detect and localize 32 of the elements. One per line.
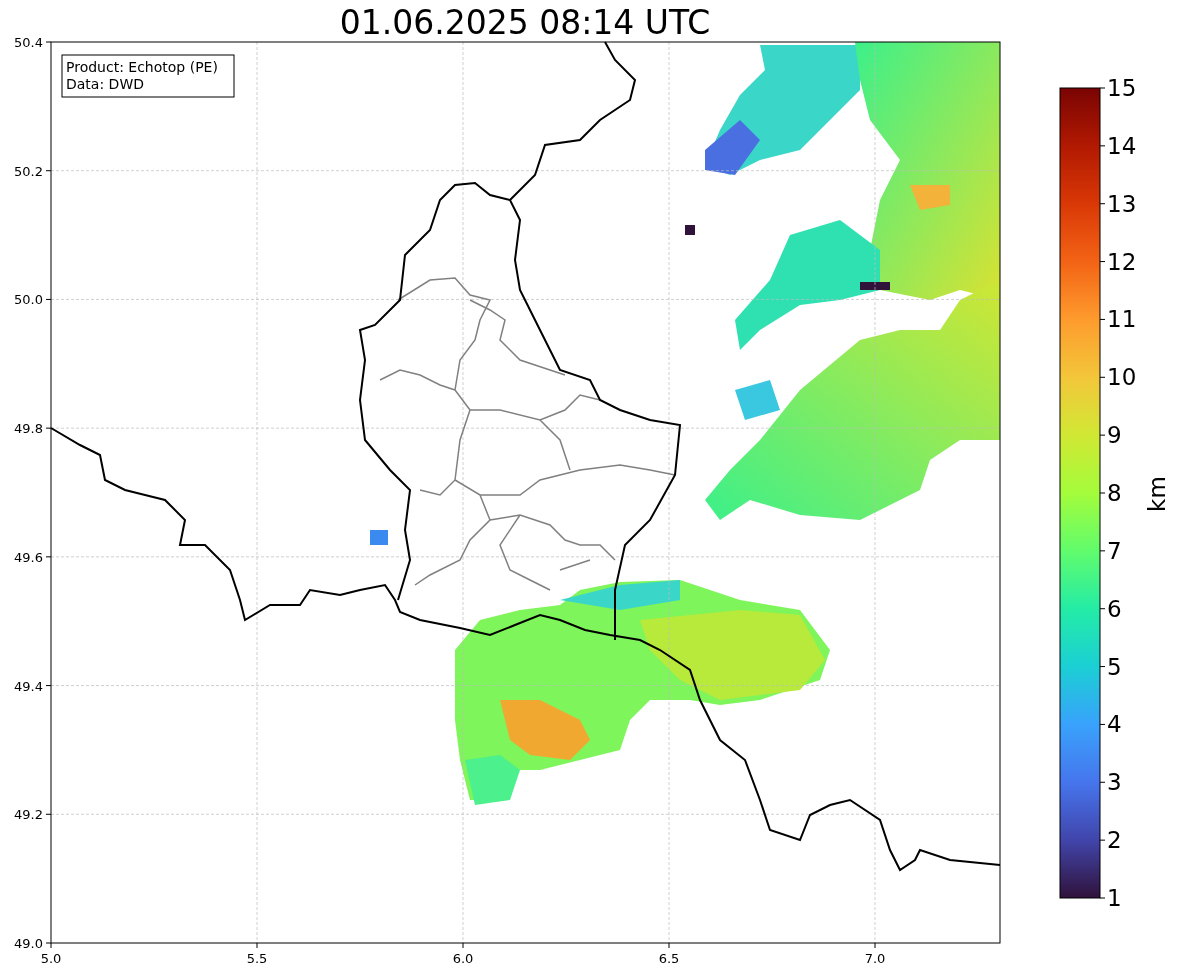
y-tick-label: 50.0 xyxy=(14,292,43,308)
colorbar-label: km xyxy=(1144,476,1170,512)
colorbar-tick-label: 3 xyxy=(1107,769,1122,796)
colorbar-tick-label: 2 xyxy=(1107,827,1122,854)
colorbar-tick-label: 1 xyxy=(1107,885,1122,911)
colorbar-tick-label: 14 xyxy=(1107,132,1137,159)
x-tick-label: 5.5 xyxy=(246,951,268,966)
colorbar-tick-label: 7 xyxy=(1107,537,1122,564)
info-text: Product: Echotop (PE) xyxy=(66,59,218,75)
colorbar-tick-label: 6 xyxy=(1107,595,1122,622)
y-tick-label: 49.4 xyxy=(14,678,43,694)
chart-title: 01.06.2025 08:14 UTC xyxy=(339,3,711,42)
colorbar-tick-label: 11 xyxy=(1107,306,1137,333)
colorbar-tick-label: 15 xyxy=(1107,75,1137,101)
colorbar-tick-label: 12 xyxy=(1107,248,1137,275)
colorbar-tick-label: 4 xyxy=(1107,711,1122,738)
x-tick-label: 6.5 xyxy=(658,951,680,966)
colorbar-tick-label: 8 xyxy=(1107,480,1122,506)
x-tick-label: 5.0 xyxy=(40,951,62,966)
y-tick-label: 49.8 xyxy=(14,421,43,437)
y-tick-label: 49.6 xyxy=(14,549,43,565)
colorbar-tick-label: 9 xyxy=(1107,422,1122,449)
y-tick-label: 50.4 xyxy=(14,35,43,50)
colorbar-tick-label: 10 xyxy=(1107,364,1137,391)
y-tick-label: 49.0 xyxy=(14,936,43,951)
colorbar-tick-label: 5 xyxy=(1107,653,1122,680)
x-tick-label: 7.0 xyxy=(864,951,886,966)
y-tick-label: 49.2 xyxy=(14,807,43,823)
colorbar-tick-label: 13 xyxy=(1107,190,1137,217)
info-text: Data: DWD xyxy=(66,76,144,92)
x-tick-label: 6.0 xyxy=(452,951,474,966)
y-tick-label: 50.2 xyxy=(14,163,43,179)
